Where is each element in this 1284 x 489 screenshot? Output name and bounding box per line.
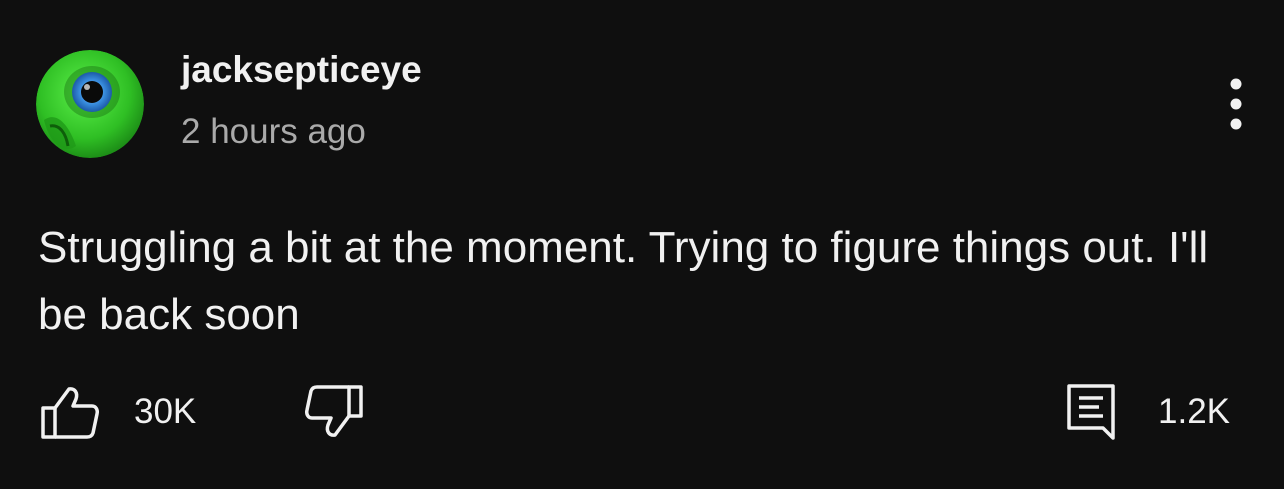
thumbs-up-icon: [41, 387, 99, 439]
post-timestamp: 2 hours ago: [181, 112, 366, 151]
avatar[interactable]: [36, 50, 144, 158]
comment-icon: [1067, 384, 1115, 440]
septic-eye-logo-icon: [36, 50, 144, 158]
thumbs-down-icon: [305, 385, 363, 437]
post-text: Struggling a bit at the moment. Trying t…: [38, 223, 1209, 339]
comments-button[interactable]: 1.2K: [1062, 380, 1230, 444]
more-options-button[interactable]: [1212, 74, 1260, 134]
more-vertical-icon: [1230, 78, 1242, 130]
like-button[interactable]: 30K: [40, 384, 196, 440]
dislike-button[interactable]: [300, 384, 364, 440]
community-post: jacksepticeye 2 hours ago Struggling a b…: [0, 0, 1284, 489]
comments-count: 1.2K: [1158, 392, 1230, 431]
like-count: 30K: [134, 392, 197, 431]
author-name[interactable]: jacksepticeye: [181, 48, 422, 92]
